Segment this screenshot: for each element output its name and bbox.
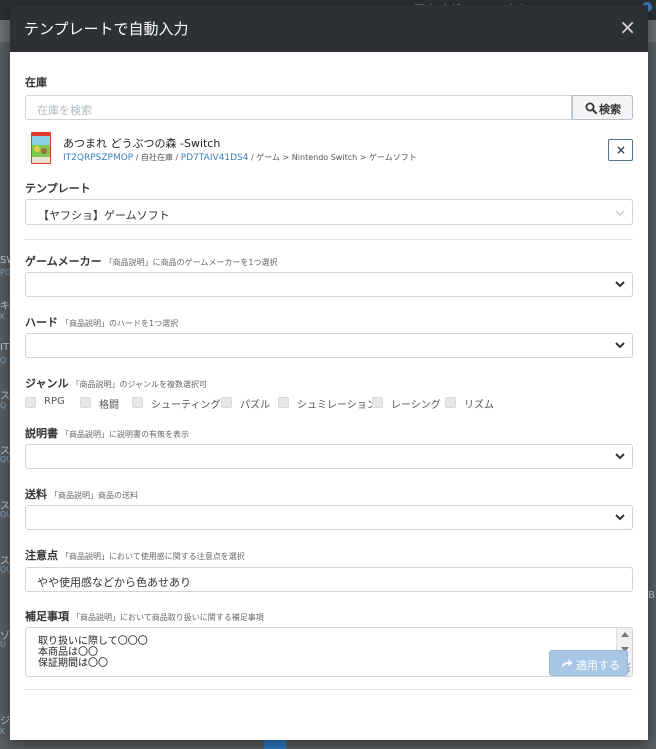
caution-label: 注意点 「商品説明」において使用感に関する注意点を選択 <box>25 547 245 563</box>
remove-product-button[interactable]: × <box>608 139 633 161</box>
stock-search-button-label: 検索 <box>599 103 621 116</box>
shipping-label: 送料 「商品説明」商品の送料 <box>25 486 138 502</box>
caution-input[interactable]: やや使用感などから色あせあり <box>25 567 633 592</box>
shipping-hint: 「商品説明」商品の送料 <box>50 491 138 500</box>
supplement-line: 取り扱いに際して〇〇〇 <box>38 636 148 647</box>
genre-checkbox-group: RPG 格闘 シューティング パズル シュミレーション レーシング リズム <box>25 395 633 411</box>
template-autofill-modal: テンプレートで自動入力 × 在庫 在庫を検索 検索 あつまれ どうぶつの森 -S… <box>10 5 648 740</box>
chevron-down-icon <box>615 342 625 349</box>
close-icon: × <box>616 143 627 157</box>
template-label-text: テンプレート <box>25 182 91 195</box>
apply-button[interactable]: 適用する <box>549 650 628 676</box>
supplement-line: 保証期間は〇〇 <box>38 658 108 669</box>
search-icon <box>585 102 597 114</box>
hard-select[interactable] <box>25 333 633 358</box>
genre-label-text: ジャンル <box>25 377 69 390</box>
checkbox[interactable] <box>445 397 456 408</box>
background-pagination <box>12 740 648 749</box>
scroll-up-icon[interactable] <box>621 632 629 637</box>
caution-hint: 「商品説明」において使用感に関する注意点を選択 <box>61 552 245 561</box>
supplement-label: 補足事項 「商品説明」において商品取り扱いに関する補足事項 <box>25 608 264 624</box>
stock-code-link[interactable]: PD7TAIV41DS4 <box>181 153 249 163</box>
maker-label-text: ゲームメーカー <box>25 255 102 268</box>
chevron-down-icon <box>615 514 625 521</box>
hard-hint: 「商品説明」のハードを1つ選択 <box>61 319 179 328</box>
apply-button-label: 適用する <box>576 659 620 672</box>
hard-label-text: ハード <box>25 316 58 329</box>
caution-input-value: やや使用感などから色あせあり <box>37 576 191 589</box>
chevron-down-icon <box>615 281 625 288</box>
footer-divider <box>25 689 633 690</box>
genre-option-label: RPG <box>44 396 65 407</box>
chevron-down-icon <box>615 453 625 460</box>
stock-search-input[interactable]: 在庫を検索 <box>25 95 572 120</box>
product-code-link[interactable]: IT2QRPSZPMOP <box>63 153 133 163</box>
genre-option-label: リズム <box>464 400 494 411</box>
product-meta: IT2QRPSZPMOP / 自社在庫 / PD7TAIV41DS4 / ゲーム… <box>63 152 417 163</box>
shipping-select[interactable] <box>25 505 633 530</box>
product-thumbnail <box>31 132 51 164</box>
close-icon[interactable]: × <box>619 17 636 37</box>
checkbox[interactable] <box>221 397 232 408</box>
background-right-column: B <box>648 42 656 749</box>
checkbox[interactable] <box>278 397 289 408</box>
template-label: テンプレート <box>25 180 91 196</box>
stock-label: 在庫 <box>25 74 47 90</box>
background-current-page <box>264 740 286 749</box>
stock-search-button[interactable]: 検索 <box>572 95 633 120</box>
manual-select[interactable] <box>25 444 633 469</box>
maker-label: ゲームメーカー 「商品説明」に商品のゲームメーカーを1つ選択 <box>25 253 278 269</box>
modal-title: テンプレートで自動入力 <box>24 20 189 38</box>
checkbox[interactable] <box>132 397 143 408</box>
manual-label: 説明書 「商品説明」に説明書の有無を表示 <box>25 425 189 441</box>
supplement-line: 本商品は〇〇 <box>38 647 98 658</box>
hard-label: ハード 「商品説明」のハードを1つ選択 <box>25 314 178 330</box>
product-name: あつまれ どうぶつの森 -Switch <box>63 137 221 150</box>
chevron-down-icon <box>615 210 625 216</box>
share-arrow-icon <box>562 659 573 668</box>
genre-hint: 「商品説明」のジャンルを複数選択可 <box>71 380 208 389</box>
checkbox[interactable] <box>372 397 383 408</box>
supplement-textarea[interactable]: 取り扱いに際して〇〇〇 本商品は〇〇 保証期間は〇〇 <box>25 627 633 677</box>
template-selected-value: 【ヤフショ】ゲームソフト <box>38 209 170 222</box>
caution-label-text: 注意点 <box>25 549 58 562</box>
genre-option-label: シュミレーション <box>297 400 377 411</box>
template-select[interactable]: 【ヤフショ】ゲームソフト <box>25 199 633 225</box>
stock-label-text: 在庫 <box>25 76 47 89</box>
selected-product: あつまれ どうぶつの森 -Switch IT2QRPSZPMOP / 自社在庫 … <box>25 132 633 168</box>
checkbox[interactable] <box>80 397 91 408</box>
genre-option-label: 格闘 <box>99 400 119 411</box>
manual-label-text: 説明書 <box>25 427 58 440</box>
maker-hint: 「商品説明」に商品のゲームメーカーを1つ選択 <box>104 258 278 267</box>
product-category: / ゲーム > Nintendo Switch > ゲームソフト <box>248 153 417 162</box>
supplement-hint: 「商品説明」において商品取り扱いに関する補足事項 <box>72 613 264 622</box>
section-divider <box>25 239 633 240</box>
genre-option-label: パズル <box>240 400 270 411</box>
shipping-label-text: 送料 <box>25 488 47 501</box>
checkbox[interactable] <box>25 397 36 408</box>
genre-option-label: シューティング <box>151 400 221 411</box>
supplement-label-text: 補足事項 <box>25 610 69 623</box>
modal-header: テンプレートで自動入力 × <box>10 5 648 52</box>
genre-label: ジャンル 「商品説明」のジャンルを複数選択可 <box>25 375 207 391</box>
stock-search-placeholder: 在庫を検索 <box>37 104 92 117</box>
product-stock-type: / 自社在庫 / <box>133 153 181 162</box>
genre-option-label: レーシング <box>391 400 441 411</box>
maker-select[interactable] <box>25 272 633 297</box>
background-fragment: B <box>648 590 655 601</box>
manual-hint: 「商品説明」に説明書の有無を表示 <box>61 430 189 439</box>
